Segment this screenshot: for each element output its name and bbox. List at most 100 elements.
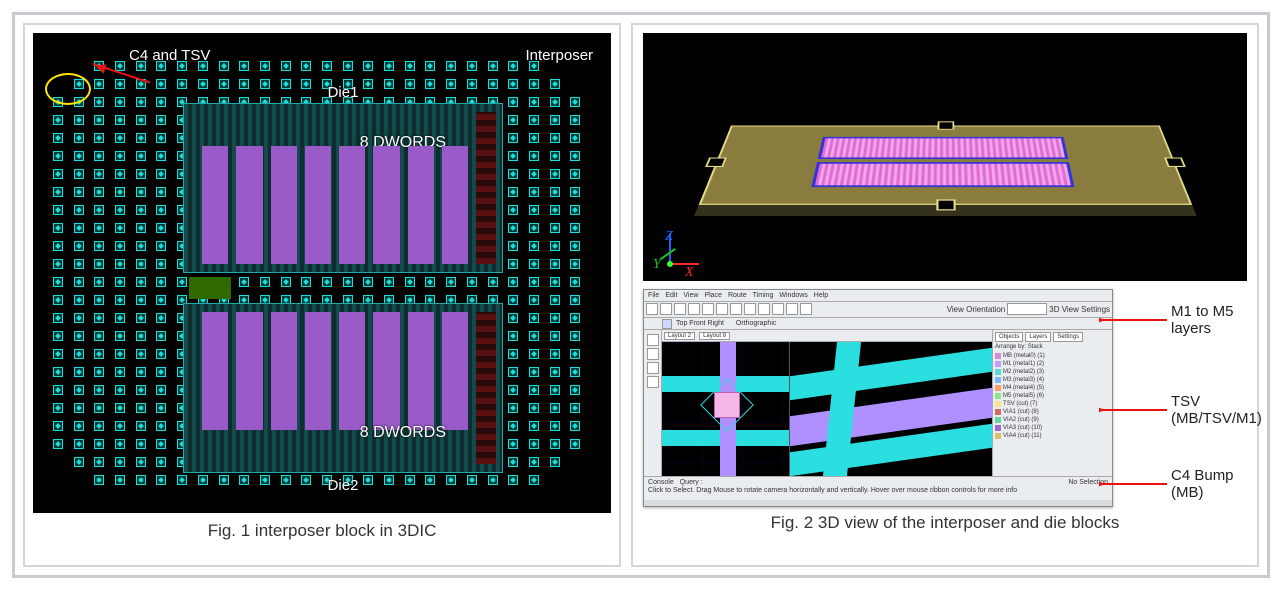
menu-item[interactable]: File (648, 292, 659, 299)
toolbar-button[interactable] (744, 303, 756, 315)
layout-tab[interactable]: Layout 8 (699, 332, 730, 340)
layer-row[interactable]: VIA1 (cut) (8) (995, 408, 1110, 416)
layer-swatch (995, 385, 1001, 391)
layer-name: VIA1 (cut) (8) (1003, 409, 1039, 415)
annotation-m1-m5: M1 to M5 layers (1099, 303, 1247, 337)
layer-row[interactable]: M2 (metal2) (3) (995, 368, 1110, 376)
layer-row[interactable]: M3 (metal3) (4) (995, 376, 1110, 384)
die1-label: Die1 (328, 84, 359, 101)
annotation-m1-m5-text: M1 to M5 layers (1171, 303, 1247, 337)
layer-row[interactable]: MB (metal0) (1) (995, 352, 1110, 360)
menu-item[interactable]: Place (704, 292, 722, 299)
side-tab-settings[interactable]: Settings (1053, 332, 1083, 342)
layer-name: M3 (metal3) (4) (1003, 377, 1044, 383)
layer-row[interactable]: VIA2 (cut) (9) (995, 416, 1110, 424)
toolbar-button[interactable] (716, 303, 728, 315)
axis-y-label: Y (653, 257, 661, 273)
layer-name: TSV (cut) (7) (1003, 401, 1037, 407)
menu-item[interactable]: Windows (779, 292, 807, 299)
toolbar-button[interactable] (758, 303, 770, 315)
annotation-c4-text: C4 Bump (MB) (1171, 467, 1247, 501)
toolbar-button[interactable] (688, 303, 700, 315)
menu-item[interactable]: View (683, 292, 698, 299)
menu-item[interactable]: Timing (753, 292, 774, 299)
toolbar-button[interactable] (660, 303, 672, 315)
orthographic-label[interactable]: Orthographic (736, 320, 776, 327)
layer-row[interactable]: VIA4 (cut) (11) (995, 432, 1110, 440)
menu-item[interactable]: Route (728, 292, 747, 299)
cube-preset-icon[interactable] (662, 319, 672, 329)
app-toolbar[interactable]: View Orientation 3D View Settings (644, 302, 1112, 318)
layer-row[interactable]: VIA3 (cut) (10) (995, 424, 1110, 432)
fig1-caption: Fig. 1 interposer block in 3DIC (33, 513, 611, 541)
layer-row[interactable]: TSV (cut) (7) (995, 400, 1110, 408)
tool-button[interactable] (647, 376, 659, 388)
tool-button[interactable] (647, 334, 659, 346)
c4-tsv-highlight-ellipse (45, 73, 91, 105)
die2-dwords-label: 8 DWORDS (360, 424, 446, 442)
layer-swatch (995, 361, 1001, 367)
tool-button[interactable] (647, 348, 659, 360)
perspective-toggle[interactable] (1007, 303, 1047, 315)
view-preset-bar: Top Front Right Orthographic (644, 318, 1112, 330)
c4-tsv-label: C4 and TSV (129, 47, 210, 64)
query-label[interactable]: Query : (680, 479, 703, 486)
figure-1-panel: C4 and TSV Interposer Die1 8 DWORDS 8 DW… (23, 23, 621, 567)
die2-block: 8 DWORDS Die2 (183, 303, 503, 473)
layer-swatch (995, 433, 1001, 439)
layer-swatch (995, 409, 1001, 415)
layer-name: M5 (metal5) (6) (1003, 393, 1044, 399)
top-front-right-label[interactable]: Top Front Right (676, 320, 724, 327)
layer-name: M4 (metal4) (5) (1003, 385, 1044, 391)
layer-row[interactable]: M4 (metal4) (5) (995, 384, 1110, 392)
toolbar-button[interactable] (702, 303, 714, 315)
layer-name: M2 (metal2) (3) (1003, 369, 1044, 375)
app-left-toolbar[interactable] (644, 330, 662, 476)
die2-dwords (202, 312, 468, 430)
axis-x-label: X (685, 265, 694, 281)
layer-row[interactable]: M5 (metal5) (6) (995, 392, 1110, 400)
layer-swatch (995, 353, 1001, 359)
annotation-tsv-text: TSV (MB/TSV/M1) (1171, 393, 1262, 427)
annotation-c4: C4 Bump (MB) (1099, 467, 1247, 501)
menu-item[interactable]: Edit (665, 292, 677, 299)
view-orientation-label: View Orientation (947, 305, 1006, 314)
layout-viewer-app: File Edit View Place Route Timing Windows Help (643, 289, 1113, 507)
viewport-2d[interactable] (662, 342, 790, 476)
fig2-caption: Fig. 2 3D view of the interposer and die… (643, 507, 1247, 533)
arrange-by-label: Arrange by: Stack (995, 344, 1110, 350)
layer-swatch (995, 393, 1001, 399)
annotation-tsv: TSV (MB/TSV/M1) (1099, 393, 1247, 427)
toolbar-button[interactable] (772, 303, 784, 315)
axis-z-label: Z (665, 229, 673, 245)
interposer-plate-3d (698, 125, 1192, 204)
layer-row[interactable]: M1 (metal1) (2) (995, 360, 1110, 368)
status-hint: Click to Select. Drag Mouse to rotate ca… (648, 487, 1017, 494)
viewport-3d[interactable] (790, 342, 992, 476)
layers-panel[interactable]: Objects Layers Settings Arrange by: Stac… (992, 330, 1112, 476)
console-label[interactable]: Console (648, 479, 674, 486)
die-block-a-3d (817, 136, 1068, 158)
menu-item[interactable]: Help (814, 292, 828, 299)
toolbar-button[interactable] (786, 303, 798, 315)
side-tab-objects[interactable]: Objects (995, 332, 1023, 342)
layer-name: MB (metal0) (1) (1003, 353, 1045, 359)
figure-2-panel: Z Y X File Edit View Place Route Timing Window… (631, 23, 1259, 567)
toolbar-button[interactable] (646, 303, 658, 315)
toolbar-button[interactable] (730, 303, 742, 315)
layer-swatch (995, 377, 1001, 383)
interposer-label: Interposer (526, 47, 594, 64)
toolbar-button[interactable] (800, 303, 812, 315)
layer-name: VIA3 (cut) (10) (1003, 425, 1042, 431)
die1-block: Die1 8 DWORDS (183, 103, 503, 273)
app-menubar[interactable]: File Edit View Place Route Timing Windows Help (644, 290, 1112, 302)
tool-button[interactable] (647, 362, 659, 374)
die-gap-block (189, 277, 231, 299)
side-tab-layers[interactable]: Layers (1025, 332, 1051, 342)
layout-tab[interactable]: Layout 2 (664, 332, 695, 340)
toolbar-button[interactable] (674, 303, 686, 315)
layer-name: VIA4 (cut) (11) (1003, 433, 1042, 439)
figure-container: C4 and TSV Interposer Die1 8 DWORDS 8 DW… (12, 12, 1270, 578)
fig1-canvas: C4 and TSV Interposer Die1 8 DWORDS 8 DW… (33, 33, 611, 513)
layer-swatch (995, 401, 1001, 407)
